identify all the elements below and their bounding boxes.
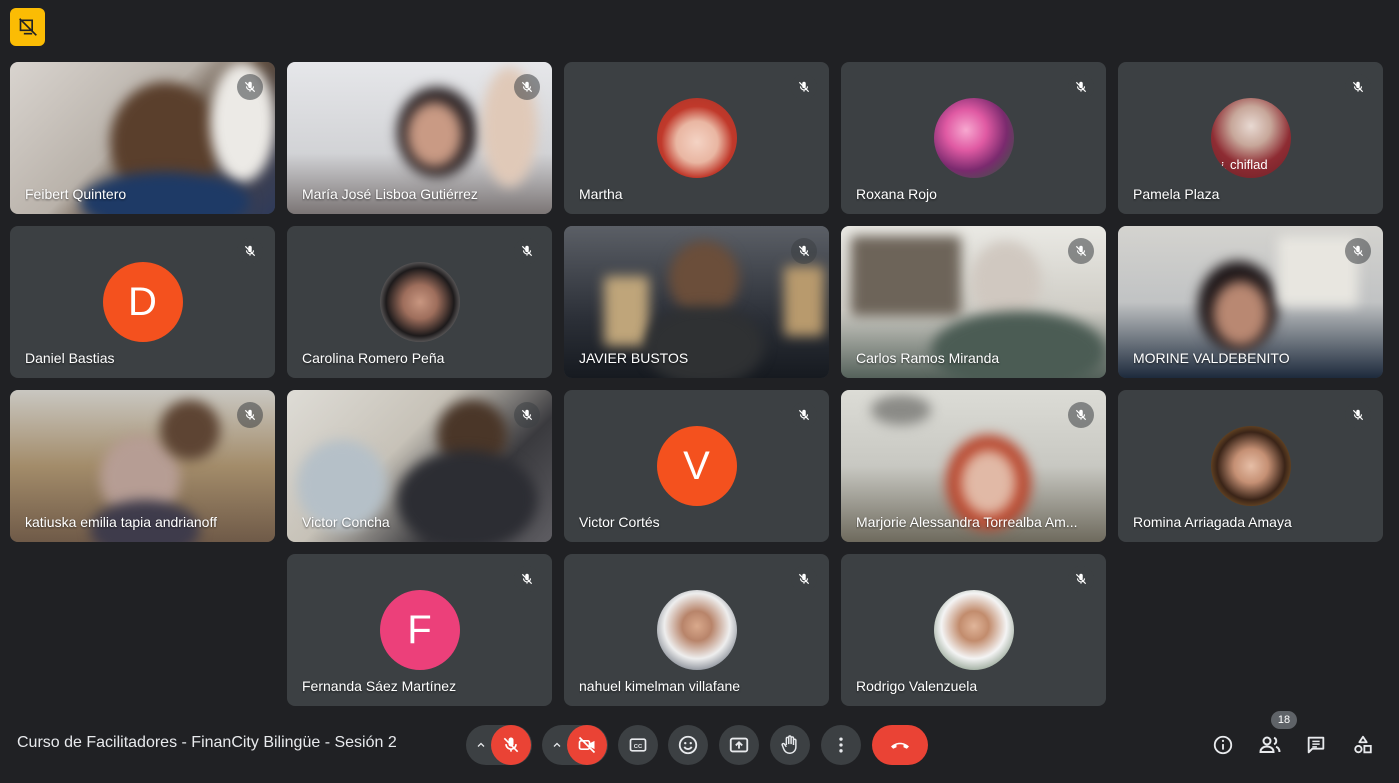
mic-off-icon bbox=[1068, 566, 1094, 592]
participant-name: MORINE VALDEBENITO bbox=[1133, 350, 1290, 366]
participant-name: Carlos Ramos Miranda bbox=[856, 350, 1000, 366]
people-button[interactable] bbox=[1254, 729, 1286, 761]
participant-name: Carolina Romero Peña bbox=[302, 350, 445, 366]
mic-off-icon bbox=[1068, 74, 1094, 100]
participant-name: Marjorie Alessandra Torrealba Am... bbox=[856, 514, 1078, 530]
avatar: F bbox=[379, 590, 460, 670]
leave-call-button[interactable] bbox=[872, 725, 928, 765]
mic-off-icon bbox=[791, 566, 817, 592]
mic-off-icon bbox=[791, 74, 817, 100]
participant-tile[interactable]: Rodrigo Valenzuela bbox=[841, 554, 1106, 706]
participant-tile[interactable]: MORINE VALDEBENITO bbox=[1118, 226, 1383, 378]
participant-tile[interactable]: katiuska emilia tapia andrianoff bbox=[10, 390, 275, 542]
raise-hand-button[interactable] bbox=[770, 725, 810, 765]
mic-off-icon bbox=[237, 402, 263, 428]
participant-name: María José Lisboa Gutiérrez bbox=[302, 186, 478, 202]
participant-name: Romina Arriagada Amaya bbox=[1133, 514, 1292, 530]
avatar-caption: ¿ chiflad bbox=[1218, 157, 1268, 172]
camera-options-chevron-icon[interactable] bbox=[547, 725, 567, 765]
mic-off-icon bbox=[791, 238, 817, 264]
participant-tile[interactable]: Carlos Ramos Miranda bbox=[841, 226, 1106, 378]
participant-tile[interactable]: JAVIER BUSTOS bbox=[564, 226, 829, 378]
mic-off-icon bbox=[1068, 238, 1094, 264]
participant-tile[interactable]: Victor Concha bbox=[287, 390, 552, 542]
mic-off-icon bbox=[514, 74, 540, 100]
participant-name: Daniel Bastias bbox=[25, 350, 115, 366]
participant-name: Martha bbox=[579, 186, 623, 202]
participant-tile[interactable]: Marjorie Alessandra Torrealba Am... bbox=[841, 390, 1106, 542]
participant-tile[interactable]: V Victor Cortés bbox=[564, 390, 829, 542]
participant-name: Victor Concha bbox=[302, 514, 390, 530]
avatar: D bbox=[102, 262, 183, 342]
meeting-details-button[interactable] bbox=[1207, 729, 1239, 761]
mic-off-icon bbox=[237, 74, 263, 100]
avatar bbox=[379, 262, 460, 342]
avatar bbox=[933, 590, 1014, 670]
recording-indicator-icon[interactable] bbox=[10, 8, 45, 46]
more-options-button[interactable] bbox=[821, 725, 861, 765]
participant-tile[interactable]: ¿ chiflad Pamela Plaza bbox=[1118, 62, 1383, 214]
present-screen-button[interactable] bbox=[719, 725, 759, 765]
participant-tile[interactable]: Roxana Rojo bbox=[841, 62, 1106, 214]
participant-name: JAVIER BUSTOS bbox=[579, 350, 689, 366]
mic-toggle-button[interactable] bbox=[491, 725, 531, 765]
svg-text:CC: CC bbox=[634, 744, 643, 750]
participant-tile[interactable]: D Daniel Bastias bbox=[10, 226, 275, 378]
participant-name: Fernanda Sáez Martínez bbox=[302, 678, 457, 694]
mic-off-icon bbox=[1345, 74, 1371, 100]
participant-tile[interactable]: Romina Arriagada Amaya bbox=[1118, 390, 1383, 542]
participant-name: Rodrigo Valenzuela bbox=[856, 678, 978, 694]
meeting-title: Curso de Facilitadores - FinanCity Bilin… bbox=[17, 734, 397, 751]
participant-tile[interactable]: María José Lisboa Gutiérrez bbox=[287, 62, 552, 214]
participant-tile[interactable]: Feibert Quintero bbox=[10, 62, 275, 214]
mic-options-chevron-icon[interactable] bbox=[471, 725, 491, 765]
participant-name: Feibert Quintero bbox=[25, 186, 127, 202]
activities-button[interactable] bbox=[1347, 729, 1379, 761]
participant-count-badge: 18 bbox=[1271, 711, 1297, 729]
mic-off-icon bbox=[514, 238, 540, 264]
participant-tile[interactable]: F Fernanda Sáez Martínez bbox=[287, 554, 552, 706]
participant-tile[interactable]: Martha bbox=[564, 62, 829, 214]
participant-name: Victor Cortés bbox=[579, 514, 660, 530]
participant-name: nahuel kimelman villafane bbox=[579, 678, 741, 694]
participant-name: katiuska emilia tapia andrianoff bbox=[25, 514, 217, 530]
camera-toggle-button[interactable] bbox=[567, 725, 607, 765]
avatar: ¿ chiflad bbox=[1210, 98, 1291, 178]
mic-off-icon bbox=[514, 402, 540, 428]
meeting-controls-bar: Curso de Facilitadores - FinanCity Bilin… bbox=[0, 711, 1399, 783]
chat-button[interactable] bbox=[1300, 729, 1332, 761]
participant-name: Pamela Plaza bbox=[1133, 186, 1220, 202]
mic-off-icon bbox=[791, 402, 817, 428]
mic-off-icon bbox=[237, 238, 263, 264]
mic-off-icon bbox=[1345, 402, 1371, 428]
mic-off-icon bbox=[1068, 402, 1094, 428]
mic-off-icon bbox=[1345, 238, 1371, 264]
avatar bbox=[933, 98, 1014, 178]
participant-tile[interactable]: nahuel kimelman villafane bbox=[564, 554, 829, 706]
avatar bbox=[1210, 426, 1291, 506]
avatar bbox=[656, 98, 737, 178]
avatar: V bbox=[656, 426, 737, 506]
mic-off-icon bbox=[514, 566, 540, 592]
captions-button[interactable]: CC bbox=[618, 725, 658, 765]
participant-tile[interactable]: Carolina Romero Peña bbox=[287, 226, 552, 378]
avatar bbox=[656, 590, 737, 670]
reactions-button[interactable] bbox=[668, 725, 708, 765]
participant-name: Roxana Rojo bbox=[856, 186, 937, 202]
